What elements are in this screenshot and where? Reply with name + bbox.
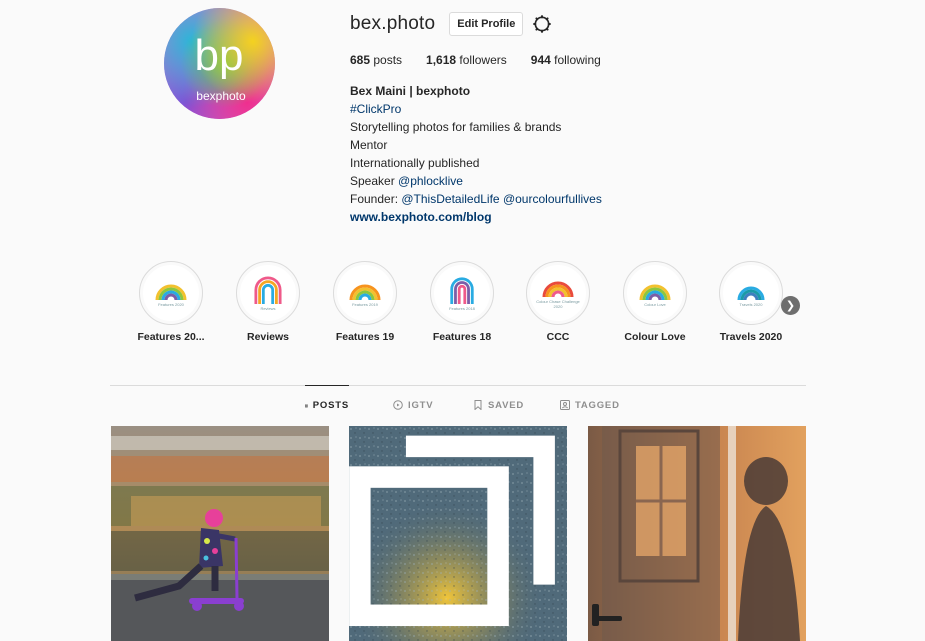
bio-founder-line: Founder: @ThisDetailedLife @ourcolourful… [350, 192, 602, 206]
website-link[interactable]: www.bexphoto.com/blog [350, 210, 492, 224]
post-image [588, 426, 806, 641]
igtv-icon [393, 400, 403, 410]
full-name: Bex Maini | bexphoto [350, 84, 471, 98]
rainbow-icon [254, 275, 282, 304]
rainbow-icon [349, 284, 381, 300]
multiple-images-icon [349, 435, 555, 627]
story-highlights: Features 2020 Features 20... Reviews Rev… [110, 261, 806, 351]
bio-line: Storytelling photos for families & brand… [350, 120, 562, 134]
post-image [111, 426, 329, 641]
profile-stats: 685 posts 1,618 followers 944 following [350, 53, 850, 67]
highlight-label: Travels 2020 [719, 331, 783, 343]
highlight-label: Features 19 [335, 331, 395, 343]
highlight-label: Features 18 [432, 331, 492, 343]
highlight-item[interactable]: Reviews Reviews [218, 261, 318, 343]
tagged-icon [560, 400, 570, 410]
highlight-label: Colour Love [624, 331, 686, 343]
rainbow-icon [737, 286, 765, 300]
tab-igtv[interactable]: IGTV [393, 385, 433, 425]
tab-posts[interactable]: POSTS [305, 385, 349, 425]
profile-title-row: bex.photo Edit Profile [350, 12, 850, 36]
bookmark-icon [474, 400, 482, 410]
chevron-right-icon: ❯ [785, 300, 796, 312]
bio-speaker-line: Speaker @phlocklive [350, 174, 463, 188]
highlight-item[interactable]: Colour Chase Challenge 2020 CCC [508, 261, 608, 343]
highlight-label: CCC [546, 331, 570, 343]
post-thumbnail[interactable] [111, 426, 329, 641]
highlight-item[interactable]: Features 2018 Features 18 [412, 261, 512, 343]
bio-line: Mentor [350, 138, 388, 152]
profile-bio: Bex Maini | bexphoto #ClickPro Storytell… [350, 82, 850, 226]
avatar-caption: bexphoto [196, 89, 246, 103]
followers-link[interactable]: 1,618 followers [426, 53, 507, 67]
edit-profile-button[interactable]: Edit Profile [449, 12, 524, 36]
profile-info: bex.photo Edit Profile 685 posts 1,618 f… [350, 12, 850, 226]
highlight-item[interactable]: Features 2019 Features 19 [315, 261, 415, 343]
tab-tagged[interactable]: TAGGED [560, 385, 620, 425]
bio-hashtag-link[interactable]: #ClickPro [350, 102, 401, 116]
rainbow-icon [542, 281, 574, 297]
highlight-item[interactable]: Features 2020 Features 20... [121, 261, 221, 343]
settings-gear-icon[interactable] [532, 14, 552, 34]
posts-count: 685 posts [350, 53, 403, 67]
tab-saved[interactable]: SAVED [473, 385, 524, 425]
username: bex.photo [350, 13, 436, 34]
rainbow-icon [155, 284, 187, 300]
founder-mention-link-2[interactable]: @ourcolourfullives [503, 192, 602, 206]
speaker-mention-link[interactable]: @phlocklive [398, 174, 463, 188]
founder-mention-link-1[interactable]: @ThisDetailedLife [401, 192, 499, 206]
following-link[interactable]: 944 following [531, 53, 601, 67]
rainbow-icon [450, 276, 474, 304]
profile-tabs: POSTS IGTV SAVED TAGGED [110, 385, 806, 425]
avatar-monogram: bp [195, 31, 244, 80]
highlight-label: Reviews [246, 331, 290, 343]
highlights-next-button[interactable]: ❯ [781, 296, 800, 315]
highlight-label: Features 20... [137, 331, 205, 343]
grid-icon [305, 404, 308, 407]
post-thumbnail[interactable] [349, 426, 567, 641]
rainbow-icon [639, 284, 671, 300]
profile-avatar[interactable]: bp bexphoto [164, 8, 275, 119]
post-thumbnail[interactable] [588, 426, 806, 641]
highlight-item[interactable]: Colour Love Colour Love [605, 261, 705, 343]
bio-line: Internationally published [350, 156, 480, 170]
